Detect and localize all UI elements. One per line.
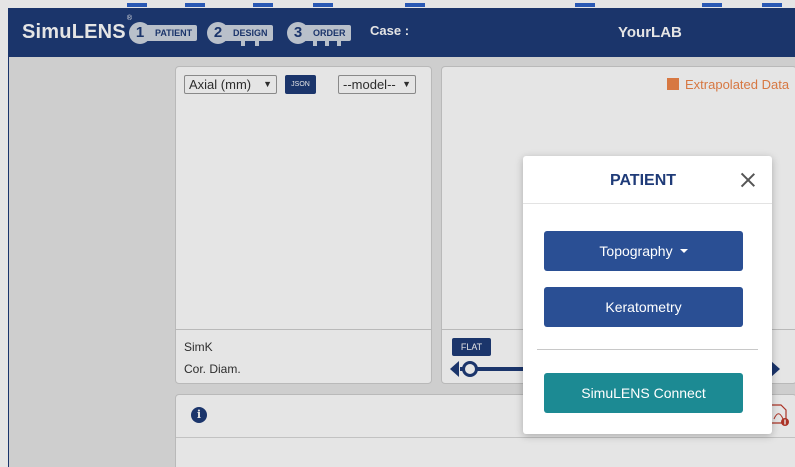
modal-header-divider (523, 203, 772, 204)
keratometry-button[interactable]: Keratometry (544, 287, 743, 327)
patient-modal: PATIENT Topography Keratometry SimuLENS … (523, 156, 772, 434)
close-icon[interactable] (738, 170, 758, 190)
topography-label: Topography (599, 243, 673, 259)
simulens-connect-button[interactable]: SimuLENS Connect (544, 373, 743, 413)
modal-title: PATIENT (609, 172, 677, 189)
modal-separator (537, 349, 758, 350)
caret-down-icon (679, 249, 688, 254)
topography-button[interactable]: Topography (544, 231, 743, 271)
